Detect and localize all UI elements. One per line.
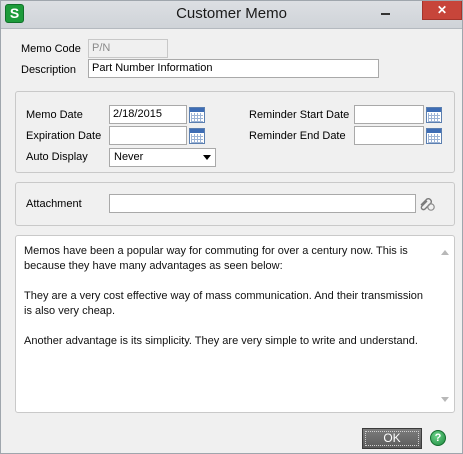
- title-bar: S Customer Memo ✕: [1, 1, 462, 29]
- scroll-down-icon[interactable]: [441, 397, 449, 402]
- auto-display-value: Never: [114, 151, 144, 163]
- description-field[interactable]: Part Number Information: [88, 59, 379, 78]
- calendar-icon[interactable]: [189, 107, 205, 123]
- attachment-label: Attachment: [26, 198, 82, 210]
- memo-paragraph: They are a very cost effective way of ma…: [24, 290, 424, 317]
- customer-memo-window: S Customer Memo ✕ Memo Code P/N Descript…: [0, 0, 463, 454]
- help-icon[interactable]: ?: [430, 430, 446, 446]
- scroll-up-icon[interactable]: [441, 250, 449, 255]
- memo-paragraph: Memos have been a popular way for commut…: [24, 245, 408, 272]
- description-label: Description: [21, 64, 77, 76]
- attachment-field[interactable]: [109, 194, 416, 213]
- ok-focus-ring: [365, 431, 419, 446]
- reminder-end-date-label: Reminder End Date: [249, 130, 346, 142]
- auto-display-select[interactable]: Never: [109, 148, 216, 167]
- expiration-date-label: Expiration Date: [26, 130, 102, 142]
- minimize-button[interactable]: [378, 4, 394, 20]
- ok-button[interactable]: OK: [362, 428, 422, 449]
- memo-code-label: Memo Code: [21, 43, 81, 55]
- reminder-start-date-field[interactable]: [354, 105, 424, 124]
- attachment-group: Attachment: [15, 182, 455, 226]
- calendar-icon[interactable]: [426, 128, 442, 144]
- expiration-date-field[interactable]: [109, 126, 187, 145]
- memo-text: Memos have been a popular way for commut…: [24, 244, 432, 364]
- memo-date-label: Memo Date: [26, 109, 83, 121]
- memo-scrollbar[interactable]: [438, 244, 452, 408]
- memo-text-area[interactable]: Memos have been a popular way for commut…: [15, 235, 455, 413]
- chevron-down-icon: [203, 155, 211, 160]
- reminder-end-date-field[interactable]: [354, 126, 424, 145]
- memo-code-field: P/N: [88, 39, 168, 58]
- calendar-icon[interactable]: [426, 107, 442, 123]
- minimize-icon: [381, 13, 390, 15]
- memo-date-field[interactable]: 2/18/2015: [109, 105, 187, 124]
- calendar-icon[interactable]: [189, 128, 205, 144]
- reminder-start-date-label: Reminder Start Date: [249, 109, 350, 121]
- paperclip-icon[interactable]: [418, 195, 436, 213]
- dates-group: Memo Date 2/18/2015 Expiration Date Auto…: [15, 91, 455, 173]
- auto-display-label: Auto Display: [26, 151, 88, 163]
- close-button[interactable]: ✕: [422, 1, 462, 20]
- memo-paragraph: Another advantage is its simplicity. The…: [24, 335, 418, 347]
